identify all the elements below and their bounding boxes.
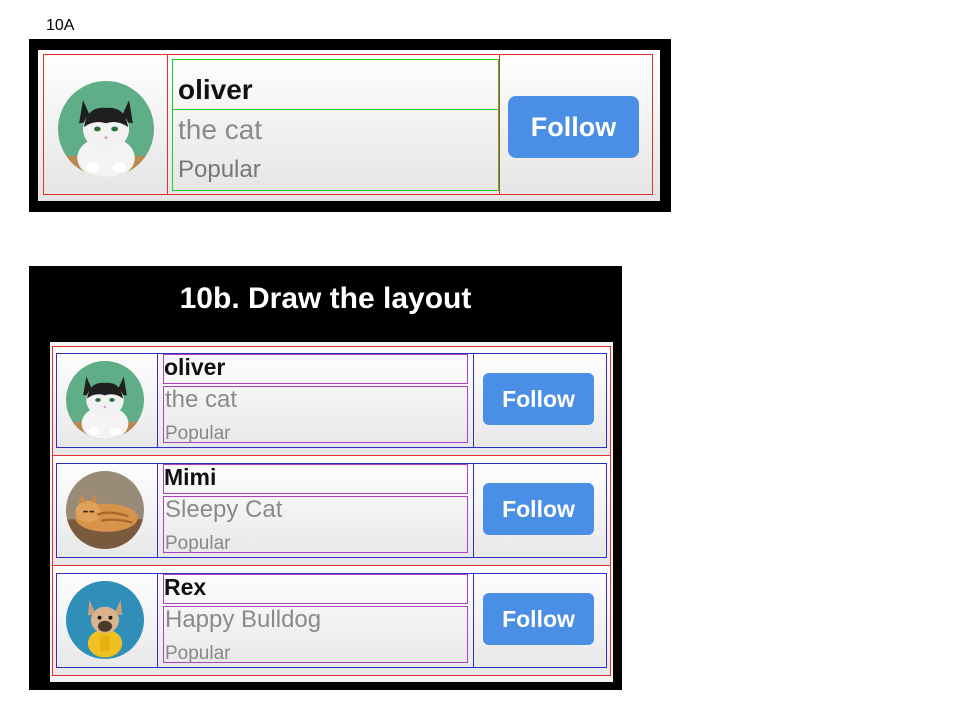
cat-avatar-icon	[58, 81, 154, 177]
follow-button[interactable]: Follow	[508, 96, 639, 158]
profile-subtitle: the cat	[178, 114, 263, 145]
text-group-divider	[172, 109, 499, 110]
list-layout-outline	[52, 346, 611, 676]
panel-a-label: 10A	[46, 17, 75, 34]
profile-tag: Popular	[178, 156, 261, 183]
panel-a: oliver the cat Popular Follow	[29, 39, 671, 212]
panel-b: 10b. Draw the layout oliver the cat Popu…	[29, 266, 622, 690]
panel-b-title: 10b. Draw the layout	[179, 282, 472, 315]
profile-list: oliver the cat Popular Follow Mimi Sleep…	[50, 342, 613, 682]
profile-card: oliver the cat Popular Follow	[38, 50, 660, 201]
profile-name: oliver	[178, 74, 253, 105]
